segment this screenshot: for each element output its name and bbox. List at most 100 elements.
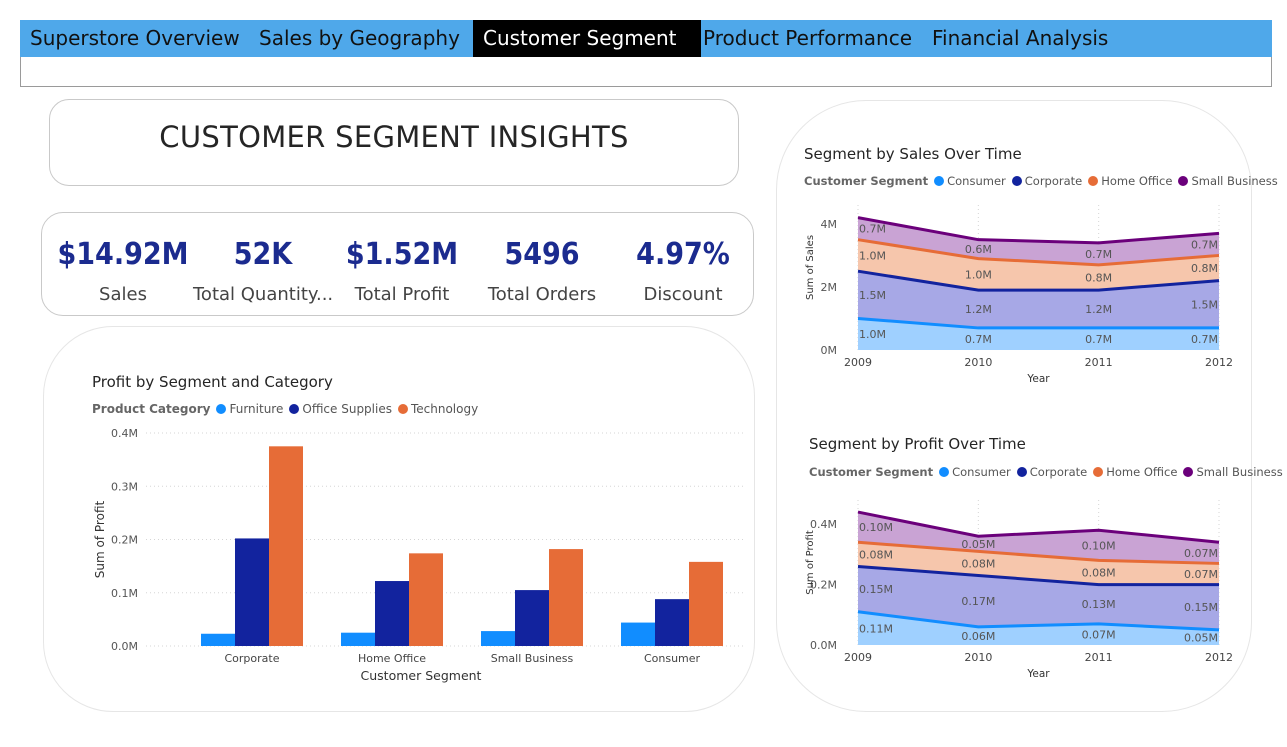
data-label: 0.08M	[1082, 567, 1116, 580]
title-card: CUSTOMER SEGMENT INSIGHTS	[49, 99, 739, 186]
data-label: 0.08M	[859, 548, 893, 561]
x-tick-label: 2009	[844, 356, 872, 369]
data-label: 0.06M	[961, 630, 995, 643]
x-axis-title: Year	[1026, 668, 1050, 680]
y-axis-title: Sum of Sales	[805, 235, 816, 300]
tab-superstore-overview[interactable]: Superstore Overview	[20, 20, 250, 57]
legend-item-small-business[interactable]: Small Business	[1183, 465, 1283, 479]
kpi-value: 52K	[233, 237, 293, 272]
kpi-value: 5496	[504, 237, 580, 272]
bar-chart-legend: Product Category Furniture Office Suppli…	[92, 402, 484, 416]
kpi-total-quantity[interactable]: 52K Total Quantity...	[193, 213, 333, 305]
kpi-card: $14.92M Sales 52K Total Quantity... $1.5…	[41, 212, 754, 316]
profit-bar-chart[interactable]: 0.0M 0.1M 0.2M 0.3M 0.4M Corporate Home Office…	[86, 422, 752, 692]
tab-product-performance[interactable]: Product Performance	[693, 20, 919, 57]
legend-dot	[1178, 176, 1189, 186]
kpi-value: $1.52M	[345, 237, 459, 272]
data-label: 0.7M	[1191, 238, 1218, 251]
x-tick-label: 2012	[1205, 356, 1233, 369]
x-tick-label: Consumer	[644, 652, 701, 665]
legend-item-corporate[interactable]: Corporate	[1011, 174, 1083, 188]
kpi-label: Total Quantity...	[193, 284, 334, 305]
y-axis-title: Sum of Profit	[93, 501, 107, 579]
bar-technology	[269, 446, 303, 646]
legend-item-home-office[interactable]: Home Office	[1093, 465, 1177, 479]
data-label: 0.15M	[1184, 601, 1218, 614]
bar-technology	[689, 561, 723, 646]
data-label: 1.2M	[965, 303, 992, 316]
legend-label: Office Supplies	[302, 402, 392, 416]
kpi-value: 4.97%	[636, 237, 730, 272]
data-label: 1.0M	[859, 328, 886, 341]
x-tick-label: 2010	[964, 651, 992, 664]
kpi-total-orders[interactable]: 5496 Total Orders	[472, 213, 612, 305]
data-label: 0.07M	[1082, 628, 1116, 641]
report-tab-bar: Superstore Overview Sales by Geography C…	[20, 20, 1272, 57]
bar-office-supplies	[655, 599, 689, 646]
legend-dot	[397, 404, 408, 414]
legend-item-home-office[interactable]: Home Office	[1088, 174, 1172, 188]
data-label: 1.2M	[1085, 303, 1112, 316]
x-tick-label: 2011	[1085, 356, 1113, 369]
kpi-total-profit[interactable]: $1.52M Total Profit	[332, 213, 472, 305]
legend-item-corporate[interactable]: Corporate	[1016, 465, 1087, 479]
data-label: 0.15M	[859, 583, 893, 596]
bar-chart-title: Profit by Segment and Category	[92, 373, 333, 391]
data-label: 0.07M	[1184, 547, 1218, 560]
x-tick-label: 2010	[964, 356, 992, 369]
legend-item-consumer[interactable]: Consumer	[939, 465, 1011, 479]
data-label: 0.11M	[859, 622, 893, 635]
bar-furniture	[621, 622, 655, 646]
legend-label: Technology	[410, 402, 479, 416]
x-tick-label: Home Office	[358, 652, 426, 665]
legend-dot	[939, 467, 950, 477]
legend-title: Customer Segment	[804, 174, 929, 188]
legend-title: Product Category	[92, 402, 211, 416]
legend-item-furniture[interactable]: Furniture	[216, 402, 283, 416]
x-axis-title: Customer Segment	[361, 668, 482, 683]
tab-financial-analysis[interactable]: Financial Analysis	[922, 20, 1152, 57]
data-label: 0.10M	[859, 521, 893, 534]
legend-item-small-business[interactable]: Small Business	[1178, 174, 1278, 188]
y-tick-label: 0.3M	[111, 480, 138, 493]
kpi-value: $14.92M	[57, 237, 189, 272]
x-tick-label: Corporate	[225, 652, 280, 665]
legend-item-consumer[interactable]: Consumer	[934, 174, 1006, 188]
data-label: 0.05M	[961, 538, 995, 551]
kpi-label: Total Orders	[487, 284, 597, 305]
legend-item-office-supplies[interactable]: Office Supplies	[289, 402, 392, 416]
legend-dot	[1093, 467, 1104, 477]
sales-area-chart[interactable]: 0M 2M 4M 1.0M 0.7M 0.7M 0.7M 1.5M 1.2M 1.2M 1.5M 1.…	[800, 195, 1240, 390]
tab-customer-segment[interactable]: Customer Segment	[473, 20, 701, 57]
data-label: 0.13M	[1082, 598, 1116, 611]
legend-dot	[1088, 176, 1099, 186]
bar-furniture	[481, 631, 515, 646]
data-label: 0.7M	[1191, 333, 1218, 346]
data-label: 1.5M	[1191, 298, 1218, 311]
kpi-sales[interactable]: $14.92M Sales	[53, 213, 193, 305]
page-title: CUSTOMER SEGMENT INSIGHTS	[159, 120, 629, 154]
bar-furniture	[201, 633, 235, 646]
profit-area-chart[interactable]: 0.0M0.2M0.4M0.11M0.06M 0.07M 0.05M0.15M0.1…	[800, 490, 1240, 685]
data-label: 0.08M	[961, 557, 995, 570]
data-label: 1.0M	[859, 249, 886, 262]
data-label: 0.7M	[965, 333, 992, 346]
legend-label: Corporate	[1024, 174, 1083, 188]
sales-area-legend: Customer Segment Consumer Corporate Home…	[804, 174, 1284, 188]
data-label: 0.8M	[1085, 272, 1112, 285]
legend-item-technology[interactable]: Technology	[397, 402, 479, 416]
y-tick-label: 0.4M	[111, 427, 138, 440]
bar-technology	[549, 549, 583, 646]
x-tick-label: 2009	[844, 651, 872, 664]
tab-sales-by-geography[interactable]: Sales by Geography	[249, 20, 473, 57]
legend-label: Consumer	[952, 465, 1011, 479]
data-label: 1.5M	[859, 289, 886, 302]
kpi-label: Discount	[643, 284, 723, 305]
data-label: 0.05M	[1184, 631, 1218, 644]
bar-office-supplies	[375, 581, 409, 646]
y-tick-label: 0.2M	[111, 534, 138, 547]
kpi-discount[interactable]: 4.97% Discount	[613, 213, 753, 305]
bar-office-supplies	[515, 590, 549, 646]
y-tick-label: 2M	[821, 281, 838, 294]
bar-furniture	[341, 632, 375, 646]
